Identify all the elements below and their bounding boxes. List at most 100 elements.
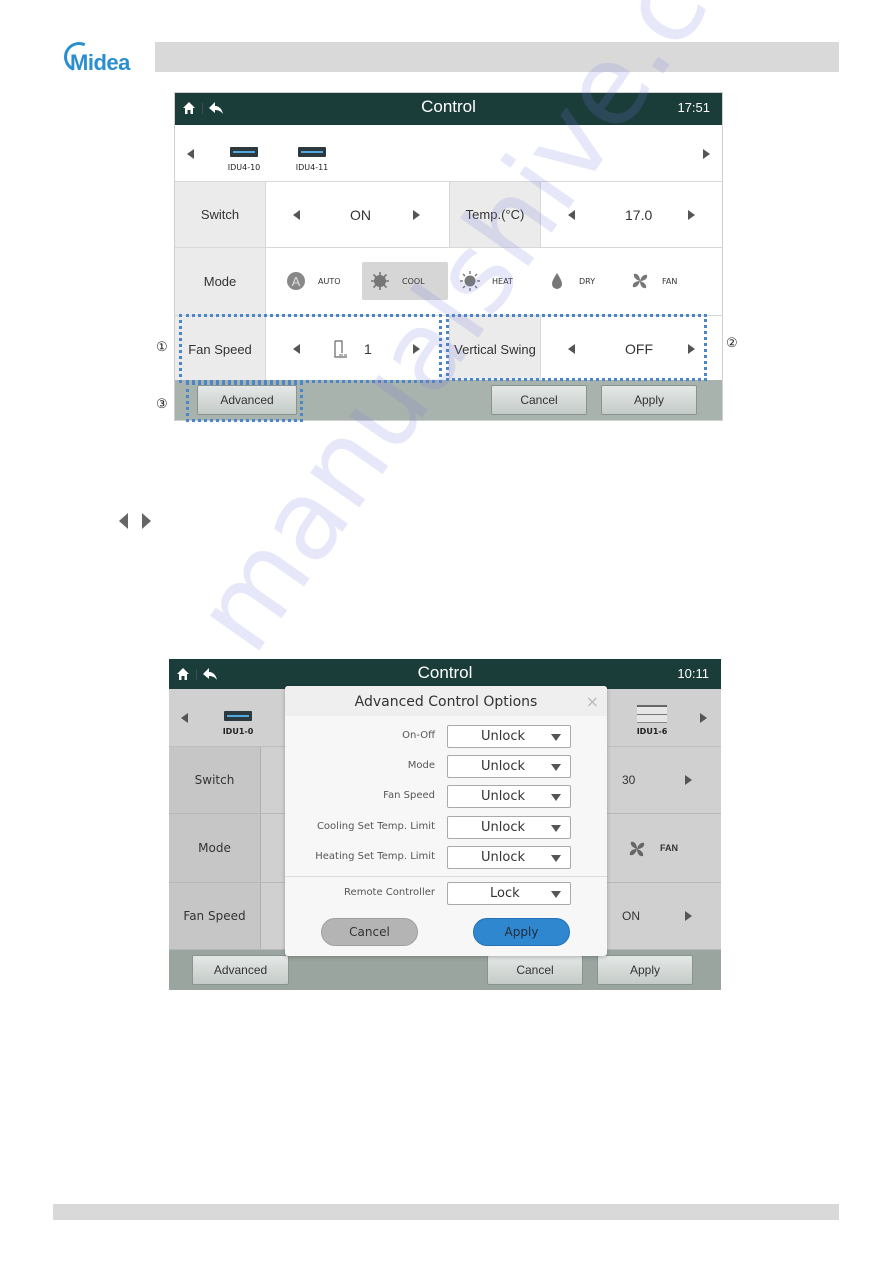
cancel-button[interactable]: Cancel — [491, 385, 587, 415]
select-value: Lock — [490, 886, 520, 901]
unit-name: IDU4-11 — [295, 163, 329, 172]
svg-text:A: A — [292, 274, 301, 289]
fan-speed-prev-arrow-icon[interactable] — [293, 344, 300, 354]
droplet-icon — [547, 271, 567, 291]
callout-1: ① — [156, 340, 168, 355]
prev-unit-arrow-icon[interactable] — [181, 713, 188, 723]
select-value: Unlock — [481, 729, 525, 744]
temp-value: 30 — [622, 773, 636, 787]
unit-item[interactable]: IDU1-0 — [217, 711, 259, 736]
unit-name: IDU1-0 — [222, 727, 254, 736]
next-arrow-icon[interactable] — [685, 911, 692, 921]
callout-3: ③ — [156, 397, 168, 412]
dialog-apply-button[interactable]: Apply — [473, 918, 570, 946]
select-value: Unlock — [481, 820, 525, 835]
apply-button[interactable]: Apply — [601, 385, 697, 415]
left-arrow-icon — [119, 513, 128, 529]
advanced-control-dialog: Advanced Control Options × On-Off Unlock… — [285, 686, 607, 956]
option-label: On-Off — [402, 730, 435, 741]
mode-fan-label: FAN — [660, 843, 678, 853]
next-unit-arrow-icon[interactable] — [700, 713, 707, 723]
fan-speed-label: Fan Speed — [175, 316, 266, 382]
switch-temp-row: Switch ON Temp.(°C) 17.0 — [175, 182, 722, 248]
cancel-button[interactable]: Cancel — [487, 955, 583, 985]
close-icon[interactable]: × — [586, 692, 599, 711]
heating-limit-select[interactable]: Unlock — [447, 846, 571, 869]
switch-label: Switch — [175, 182, 266, 247]
option-label: Mode — [407, 760, 435, 771]
option-heating-limit: Heating Set Temp. Limit Unlock — [285, 846, 607, 870]
midea-logo: Midea — [59, 37, 130, 77]
header-bar — [155, 42, 839, 72]
button-bar: Advanced Cancel Apply — [175, 380, 722, 420]
indoor-unit-icon — [637, 705, 667, 723]
row-value: ON — [622, 909, 640, 923]
dialog-cancel-button[interactable]: Cancel — [321, 918, 418, 946]
unit-selector: IDU4-10 IDU4-11 — [175, 125, 722, 182]
footer-bar — [53, 1204, 839, 1220]
fan-speed-next-arrow-icon[interactable] — [413, 344, 420, 354]
sun-icon — [460, 271, 480, 291]
cooling-limit-select[interactable]: Unlock — [447, 816, 571, 839]
select-value: Unlock — [481, 759, 525, 774]
next-unit-arrow-icon[interactable] — [703, 149, 710, 159]
top-bar: Control 10:11 — [169, 659, 721, 689]
option-remote-controller: Remote Controller Lock — [285, 882, 607, 906]
mode-cool[interactable]: COOL — [362, 262, 448, 300]
swing-prev-arrow-icon[interactable] — [568, 344, 575, 354]
switch-label: Switch — [169, 747, 261, 813]
callout-2: ② — [726, 336, 738, 351]
option-label: Remote Controller — [344, 887, 435, 898]
swing-next-arrow-icon[interactable] — [688, 344, 695, 354]
arrow-glyphs — [119, 513, 151, 529]
advanced-button[interactable]: Advanced — [197, 385, 297, 415]
auto-icon: A — [286, 271, 306, 291]
dropdown-arrow-icon — [551, 734, 561, 741]
unit-item[interactable]: IDU4-11 — [291, 147, 333, 172]
temp-value: 17.0 — [625, 206, 653, 223]
mode-auto-label: AUTO — [318, 276, 341, 286]
temp-prev-arrow-icon[interactable] — [568, 209, 575, 220]
dropdown-arrow-icon — [551, 764, 561, 771]
indoor-unit-icon — [230, 147, 258, 157]
mode-row: Mode A AUTO COOL HEAT DRY FAN — [175, 248, 722, 316]
fan-icon — [627, 839, 647, 863]
remote-controller-select[interactable]: Lock — [447, 882, 571, 905]
snowflake-icon — [370, 271, 390, 291]
fan-speed-label: Fan Speed — [169, 883, 261, 949]
button-bar: Advanced Cancel Apply — [169, 950, 721, 990]
screen-title: Control — [421, 97, 476, 116]
unit-name: IDU1-6 — [636, 727, 668, 736]
mode-select[interactable]: Unlock — [447, 755, 571, 778]
vertical-swing-label: Vertical Swing — [449, 316, 541, 382]
unit-item[interactable]: IDU1-6 — [631, 705, 673, 736]
unit-item[interactable]: IDU4-10 — [223, 147, 265, 172]
mode-fan[interactable]: FAN — [622, 262, 698, 300]
swing-value: OFF — [625, 341, 653, 357]
dropdown-arrow-icon — [551, 825, 561, 832]
mode-heat-label: HEAT — [492, 276, 513, 286]
switch-next-arrow-icon[interactable] — [413, 209, 420, 220]
temp-next-arrow-icon[interactable] — [688, 209, 695, 220]
prev-unit-arrow-icon[interactable] — [187, 149, 194, 159]
switch-value: ON — [350, 206, 371, 223]
unit-name: IDU4-10 — [227, 163, 261, 172]
option-fan-speed: Fan Speed Unlock — [285, 785, 607, 809]
dropdown-arrow-icon — [551, 794, 561, 801]
clock: 10:11 — [677, 666, 709, 681]
dropdown-arrow-icon — [551, 891, 561, 898]
mode-dry[interactable]: DRY — [539, 262, 613, 300]
mode-heat[interactable]: HEAT — [452, 262, 532, 300]
brand-name: Midea — [70, 50, 130, 75]
select-value: Unlock — [481, 850, 525, 865]
on-off-select[interactable]: Unlock — [447, 725, 571, 748]
mode-auto[interactable]: A AUTO — [278, 262, 356, 300]
switch-prev-arrow-icon[interactable] — [293, 209, 300, 220]
advanced-button[interactable]: Advanced — [192, 955, 289, 985]
temp-next-arrow-icon[interactable] — [685, 775, 692, 785]
apply-button[interactable]: Apply — [597, 955, 693, 985]
option-label: Fan Speed — [383, 790, 435, 801]
fan-speed-select[interactable]: Unlock — [447, 785, 571, 808]
mode-cool-label: COOL — [402, 276, 425, 286]
dialog-title: Advanced Control Options — [354, 694, 538, 710]
